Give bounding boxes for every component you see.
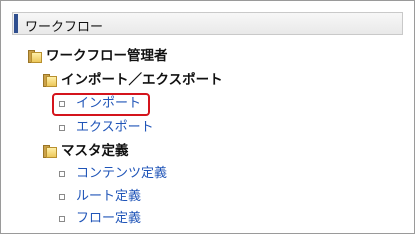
tree-node-import-export[interactable]: インポート／エクスポート bbox=[43, 70, 263, 90]
workflow-window: ワークフロー ワークフロー管理者 インポート／エクスポート インポート エクスポ… bbox=[0, 0, 415, 234]
bullet-icon bbox=[59, 194, 65, 200]
bullet-icon bbox=[59, 171, 65, 177]
panel-header: ワークフロー bbox=[12, 12, 403, 35]
panel-title: ワークフロー bbox=[25, 20, 104, 35]
tree-node-label: インポート／エクスポート bbox=[61, 72, 223, 88]
tree-node-master-definition[interactable]: マスタ定義 bbox=[43, 141, 193, 161]
export-link[interactable]: エクスポート bbox=[76, 118, 154, 138]
tree-item-content-definition: コンテンツ定義 bbox=[59, 164, 189, 184]
selection-highlight bbox=[52, 93, 150, 116]
header-accent-bar bbox=[14, 14, 18, 33]
bullet-icon bbox=[59, 216, 65, 222]
tree-node-label: ワークフロー管理者 bbox=[46, 48, 168, 64]
tree-item-export: エクスポート bbox=[59, 118, 169, 138]
tree-item-flow-definition: フロー定義 bbox=[59, 209, 169, 229]
flow-definition-link[interactable]: フロー定義 bbox=[76, 209, 141, 229]
tree-node-label: マスタ定義 bbox=[61, 143, 129, 159]
content-definition-link[interactable]: コンテンツ定義 bbox=[76, 164, 167, 184]
folder-icon bbox=[43, 74, 57, 87]
route-definition-link[interactable]: ルート定義 bbox=[76, 187, 141, 207]
folder-icon bbox=[28, 50, 42, 63]
bullet-icon bbox=[59, 125, 65, 131]
tree-node-workflow-admin[interactable]: ワークフロー管理者 bbox=[28, 46, 228, 66]
tree-item-route-definition: ルート定義 bbox=[59, 187, 169, 207]
folder-icon bbox=[43, 145, 57, 158]
